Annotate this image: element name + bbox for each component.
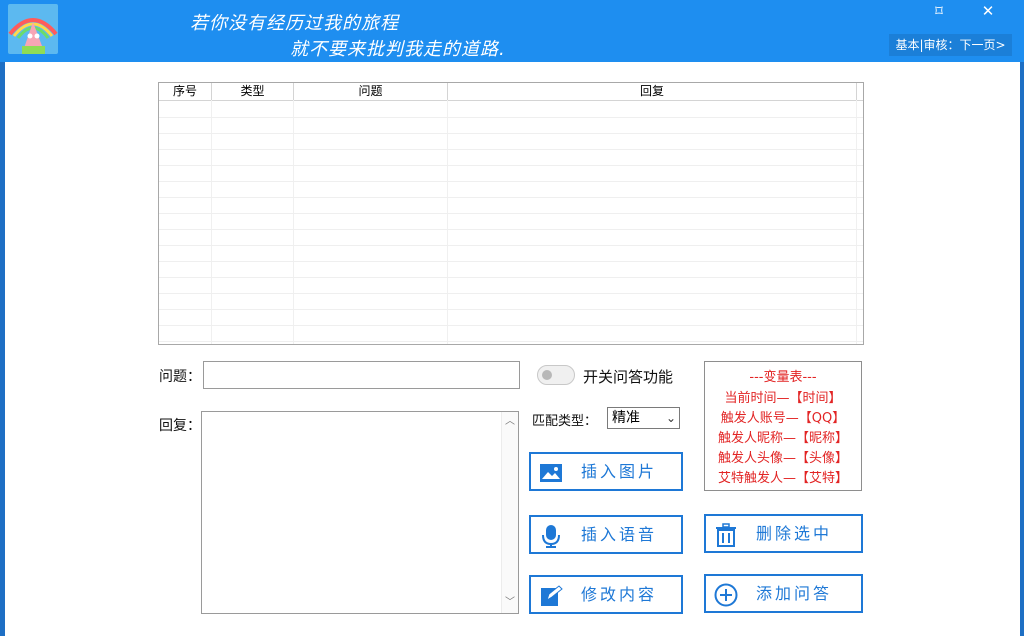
- table-row[interactable]: [159, 165, 863, 182]
- question-input[interactable]: [203, 361, 520, 389]
- insert-image-button[interactable]: 插入图片: [529, 452, 683, 491]
- add-circle-icon: [714, 583, 738, 607]
- table-row[interactable]: [159, 149, 863, 166]
- table-row[interactable]: [159, 325, 863, 342]
- variable-item: 触发人头像—【头像】: [717, 451, 848, 466]
- reply-label: 回复：: [159, 418, 201, 434]
- toggle-label: 开关问答功能: [583, 368, 674, 386]
- table-row[interactable]: [159, 261, 863, 278]
- question-label: 问题：: [159, 369, 201, 385]
- edit-icon: [541, 585, 563, 606]
- column-header-question[interactable]: 问题: [294, 83, 448, 100]
- table-row[interactable]: [159, 133, 863, 150]
- variable-item: 触发人昵称—【昵称】: [717, 431, 848, 446]
- image-icon: [540, 464, 562, 482]
- table-row[interactable]: [159, 245, 863, 262]
- toggle-knob: [542, 370, 552, 380]
- insert-image-label: 插入图片: [581, 462, 658, 481]
- scroll-up-icon[interactable]: ︿: [502, 414, 518, 430]
- modify-content-label: 修改内容: [581, 585, 658, 604]
- slogan-line-1: 若你没有经历过我的旅程: [190, 13, 399, 34]
- table-row[interactable]: [159, 293, 863, 310]
- table-row[interactable]: [159, 277, 863, 294]
- add-qa-label: 添加问答: [756, 584, 833, 603]
- reply-textarea[interactable]: ︿ ﹀: [201, 411, 519, 614]
- insert-voice-button[interactable]: 插入语音: [529, 515, 683, 554]
- column-header-reply[interactable]: 回复: [448, 83, 857, 100]
- chevron-down-icon: ⌄: [665, 411, 676, 425]
- table-row[interactable]: [159, 197, 863, 214]
- table-row[interactable]: [159, 309, 863, 326]
- table-row[interactable]: [159, 213, 863, 230]
- table-row[interactable]: [159, 229, 863, 246]
- variable-item: 当前时间—【时间】: [724, 391, 842, 406]
- table-row[interactable]: [159, 181, 863, 198]
- insert-voice-label: 插入语音: [581, 525, 658, 544]
- pin-button[interactable]: ⌑: [921, 0, 957, 22]
- table-header: 序号 类型 问题 回复: [159, 83, 863, 101]
- match-type-value: 精准: [612, 410, 640, 426]
- variable-table: ---变量表--- 当前时间—【时间】 触发人账号—【QQ】 触发人昵称—【昵称…: [704, 361, 862, 491]
- right-window-edge: [1020, 0, 1024, 636]
- match-type-label: 匹配类型：: [532, 414, 598, 429]
- modify-content-button[interactable]: 修改内容: [529, 575, 683, 614]
- table-row[interactable]: [159, 101, 863, 118]
- add-qa-button[interactable]: 添加问答: [704, 574, 863, 613]
- pin-icon: ⌑: [935, 2, 943, 20]
- close-icon: ✕: [981, 2, 995, 20]
- left-window-edge: [0, 0, 5, 636]
- reply-scrollbar[interactable]: ︿ ﹀: [501, 412, 518, 613]
- delete-selected-label: 删除选中: [756, 524, 833, 543]
- slogan-line-2: 就不要来批判我走的道路.: [290, 39, 506, 60]
- page-nav-button[interactable]: 基本|审核：下一页>: [889, 34, 1012, 56]
- match-type-select[interactable]: 精准 ⌄: [607, 407, 680, 429]
- delete-selected-button[interactable]: 删除选中: [704, 514, 863, 553]
- trash-icon: [716, 523, 736, 547]
- variable-item: 艾特触发人—【艾特】: [717, 471, 848, 486]
- qa-feature-toggle[interactable]: [537, 365, 575, 385]
- column-header-type[interactable]: 类型: [212, 83, 294, 100]
- variable-item: 触发人账号—【QQ】: [720, 411, 846, 426]
- close-button[interactable]: ✕: [970, 0, 1006, 22]
- variable-table-title: ---变量表---: [749, 370, 817, 385]
- title-bar: 若你没有经历过我的旅程 就不要来批判我走的道路. ⌑ ✕ 基本|审核：下一页>: [0, 0, 1024, 62]
- qa-table[interactable]: 序号 类型 问题 回复: [158, 82, 864, 345]
- column-header-index[interactable]: 序号: [159, 83, 212, 100]
- scroll-down-icon[interactable]: ﹀: [502, 595, 518, 611]
- table-row[interactable]: [159, 117, 863, 134]
- microphone-icon: [542, 525, 560, 548]
- app-avatar-icon: [8, 4, 58, 54]
